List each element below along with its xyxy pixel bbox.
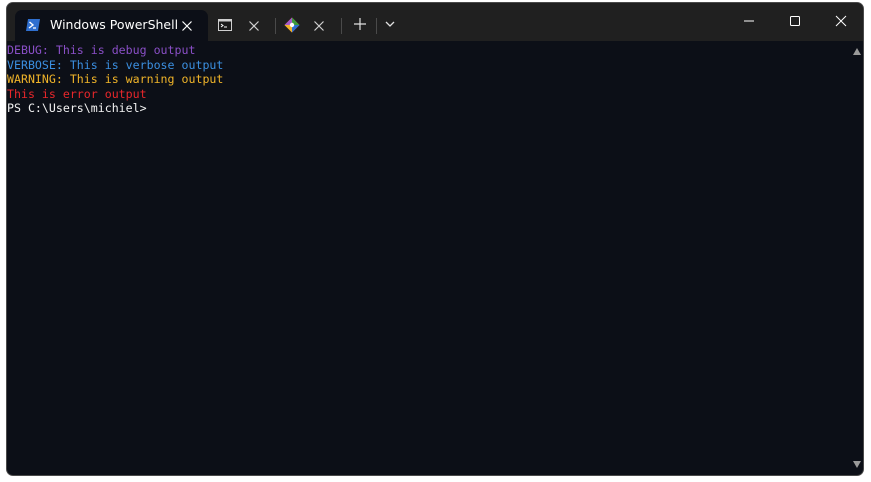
close-button[interactable] <box>818 3 863 39</box>
tab-separator <box>275 18 276 34</box>
title-bar: Windows PowerShell <box>7 3 863 41</box>
tab-title: Windows PowerShell <box>50 17 179 32</box>
powershell-icon <box>26 19 40 31</box>
scroll-down-icon[interactable] <box>853 461 861 468</box>
plus-icon[interactable] <box>351 15 369 33</box>
git-icon <box>284 17 300 33</box>
tab-windows-powershell[interactable]: Windows PowerShell <box>15 10 208 41</box>
command-prompt-icon <box>218 19 232 31</box>
close-tab-icon[interactable] <box>313 20 325 32</box>
minimize-icon <box>744 20 754 22</box>
tab-git-bash[interactable] <box>277 10 339 41</box>
close-tab-icon[interactable] <box>248 20 260 32</box>
debug-line: DEBUG: This is debug output <box>7 43 196 57</box>
tab-separator <box>376 18 377 34</box>
verbose-line: VERBOSE: This is verbose output <box>7 57 224 72</box>
minimize-button[interactable] <box>726 3 772 39</box>
chevron-down-icon[interactable] <box>381 15 399 33</box>
tab-separator <box>341 18 342 34</box>
prompt-line[interactable]: PS C:\Users\michiel> <box>7 101 851 116</box>
terminal-window: Windows PowerShell DEBUG: This is debug … <box>6 2 864 476</box>
tab-command-prompt[interactable] <box>210 10 272 41</box>
close-tab-icon[interactable] <box>181 20 193 32</box>
error-line: This is error output <box>7 86 147 101</box>
scroll-up-icon[interactable] <box>853 48 861 55</box>
maximize-icon <box>790 16 800 26</box>
maximize-button[interactable] <box>772 3 818 39</box>
scrollbar[interactable] <box>851 41 863 475</box>
terminal-output[interactable]: DEBUG: This is debug output VERBOSE: Thi… <box>7 41 851 475</box>
close-icon <box>835 15 847 27</box>
warning-line: WARNING: This is warning output <box>7 72 224 86</box>
